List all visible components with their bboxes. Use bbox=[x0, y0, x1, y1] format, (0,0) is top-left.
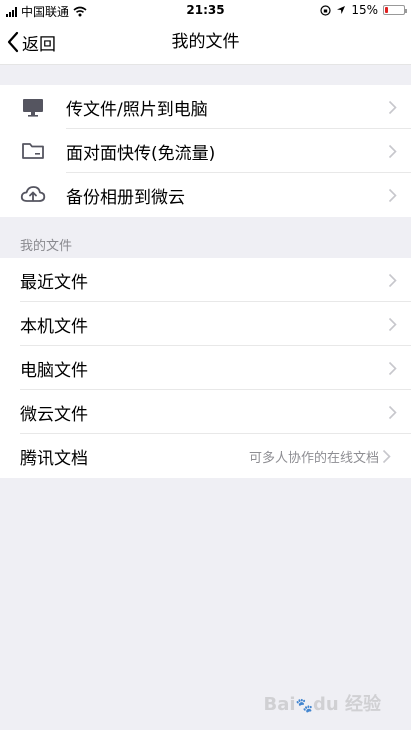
row-label: 本机文件 bbox=[20, 316, 88, 337]
rotation-lock-icon bbox=[320, 4, 331, 16]
row-label: 最近文件 bbox=[20, 272, 88, 293]
chevron-right-icon bbox=[381, 188, 397, 203]
face-to-face-row[interactable]: 面对面快传(免流量) bbox=[0, 129, 411, 173]
recent-files-row[interactable]: 最近文件 bbox=[0, 258, 411, 302]
transfer-to-pc-row[interactable]: 传文件/照片到电脑 bbox=[0, 85, 411, 129]
backup-album-row[interactable]: 备份相册到微云 bbox=[0, 173, 411, 217]
chevron-right-icon bbox=[381, 100, 397, 115]
section-header-my-files: 我的文件 bbox=[20, 239, 73, 254]
chevron-right-icon bbox=[381, 405, 397, 420]
row-label: 面对面快传(免流量) bbox=[66, 143, 216, 164]
weiyun-files-row[interactable]: 微云文件 bbox=[0, 390, 411, 434]
local-files-row[interactable]: 本机文件 bbox=[0, 302, 411, 346]
folder-icon bbox=[20, 138, 46, 164]
back-button[interactable]: 返回 bbox=[6, 20, 56, 64]
monitor-icon bbox=[20, 94, 46, 120]
battery-percent: 15% bbox=[351, 3, 378, 17]
back-label: 返回 bbox=[22, 34, 56, 55]
chevron-right-icon bbox=[381, 449, 391, 464]
page-title: 我的文件 bbox=[171, 32, 240, 52]
nav-bar: 返回 我的文件 bbox=[0, 20, 411, 65]
row-label: 传文件/照片到电脑 bbox=[66, 99, 208, 120]
row-label: 电脑文件 bbox=[20, 360, 88, 381]
baidu-watermark: Bai🐾du 经验 bbox=[263, 694, 381, 715]
files-group: 最近文件 本机文件 电脑文件 微云文件 腾讯文档 可多人协作的在线文档 bbox=[0, 258, 411, 478]
location-icon bbox=[337, 6, 346, 14]
status-bar: 中国联通 21:35 15% bbox=[0, 0, 411, 20]
chevron-left-icon bbox=[7, 31, 19, 53]
row-label: 腾讯文档 bbox=[20, 448, 88, 469]
row-label: 备份相册到微云 bbox=[66, 187, 185, 208]
chevron-right-icon bbox=[381, 361, 397, 376]
row-subtitle: 可多人协作的在线文档 bbox=[248, 450, 379, 466]
cloud-upload-icon bbox=[20, 182, 46, 208]
tencent-docs-row[interactable]: 腾讯文档 可多人协作的在线文档 bbox=[0, 434, 411, 478]
battery-icon bbox=[383, 5, 407, 15]
status-right: 15% bbox=[320, 3, 407, 17]
chevron-right-icon bbox=[381, 317, 397, 332]
chevron-right-icon bbox=[381, 144, 397, 159]
row-label: 微云文件 bbox=[20, 404, 88, 425]
transfer-group: 传文件/照片到电脑 面对面快传(免流量) 备份相册到微云 bbox=[0, 85, 411, 217]
pc-files-row[interactable]: 电脑文件 bbox=[0, 346, 411, 390]
chevron-right-icon bbox=[381, 273, 397, 288]
